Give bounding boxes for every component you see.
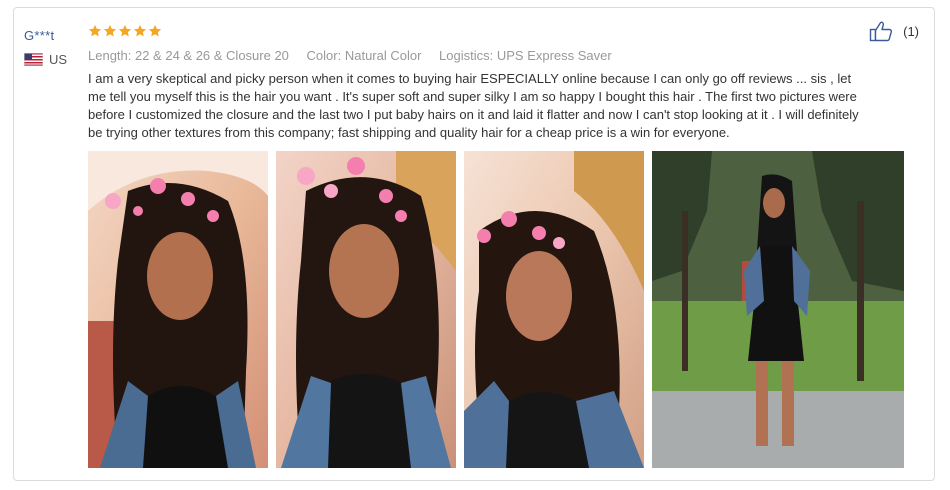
helpful-button[interactable]: (1) xyxy=(869,20,919,42)
review-card: G***t US Length: 22 & 24 & 26 & Closure … xyxy=(13,7,935,481)
helpful-count: (1) xyxy=(903,23,919,39)
review-photo-3[interactable] xyxy=(464,151,644,468)
star-rating xyxy=(88,24,162,38)
thumbs-up-icon[interactable] xyxy=(869,20,893,42)
reviewer-name: G***t xyxy=(24,28,55,43)
reviewer-country-code: US xyxy=(49,52,68,67)
star-icon xyxy=(103,24,117,37)
reviewer-info: G***t US xyxy=(24,28,67,67)
review-photo-1[interactable] xyxy=(88,151,268,468)
reviewer-country: US xyxy=(24,52,67,67)
review-photo-2[interactable] xyxy=(276,151,456,468)
review-photo-4[interactable] xyxy=(652,151,904,468)
review-photos xyxy=(88,151,904,468)
meta-length: Length: 22 & 24 & 26 & Closure 20 xyxy=(88,48,289,63)
star-icon xyxy=(133,24,147,37)
us-flag-icon xyxy=(24,53,43,66)
review-meta: Length: 22 & 24 & 26 & Closure 20 Color:… xyxy=(88,48,612,63)
star-icon xyxy=(118,24,132,37)
meta-color: Color: Natural Color xyxy=(306,48,422,63)
star-icon xyxy=(148,24,162,37)
star-icon xyxy=(88,24,102,37)
review-text: I am a very skeptical and picky person w… xyxy=(88,71,859,140)
meta-logistics: Logistics: UPS Express Saver xyxy=(439,48,612,63)
